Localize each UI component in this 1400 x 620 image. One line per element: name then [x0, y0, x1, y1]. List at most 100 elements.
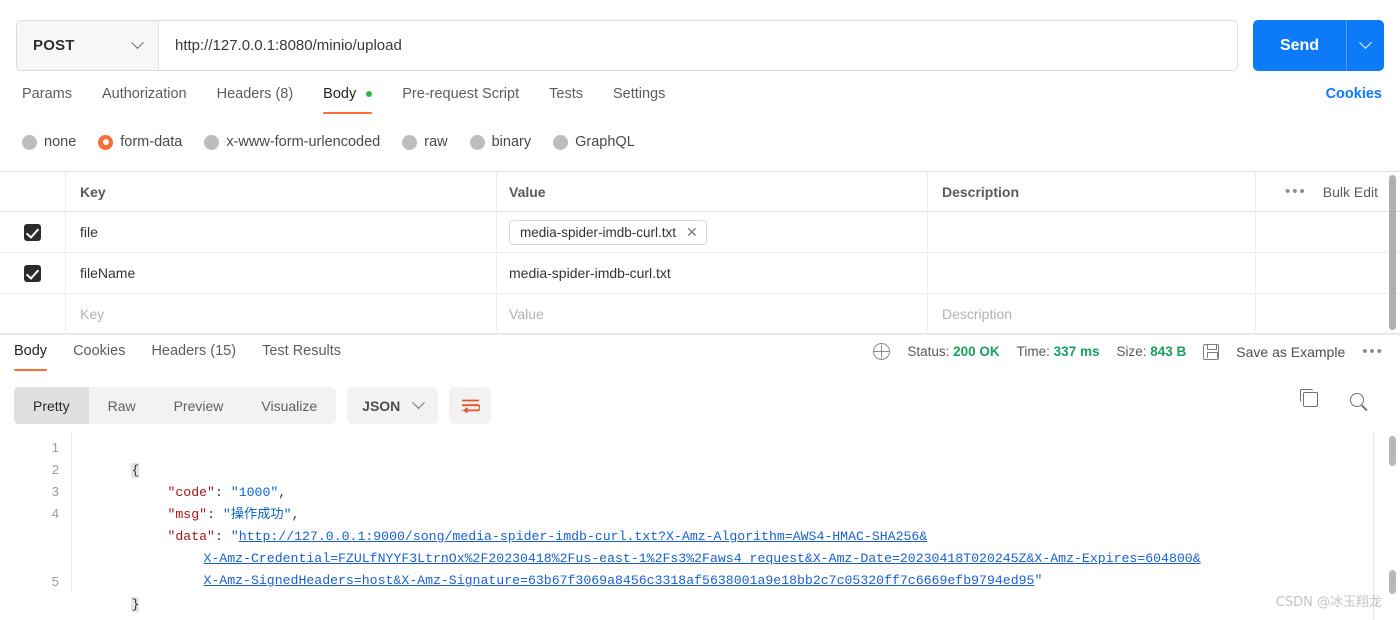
code-scrollbar-secondary[interactable]: [1389, 570, 1396, 594]
row-value-text: media-spider-imdb-curl.txt: [509, 265, 671, 281]
status-value: 200 OK: [953, 344, 1000, 359]
row-key-cell[interactable]: fileName: [66, 253, 497, 293]
code-scrollbar[interactable]: [1389, 436, 1396, 466]
radio-label: form-data: [120, 134, 183, 150]
format-pretty[interactable]: Pretty: [14, 387, 89, 424]
tab-pre-request-script[interactable]: Pre-request Script: [402, 86, 519, 114]
radio-icon: [553, 134, 569, 150]
json-value-data-part3[interactable]: X-Amz-SignedHeaders=host&X-Amz-Signature…: [203, 573, 1034, 588]
row-description-cell[interactable]: [928, 253, 1255, 293]
header-value-label: Value: [509, 183, 546, 200]
row-checkbox[interactable]: [24, 264, 41, 282]
size-block: Size: 843 B: [1116, 344, 1186, 359]
response-tabs: Body Cookies Headers (15) Test Results: [14, 343, 341, 371]
table-scrollbar[interactable]: [1389, 175, 1396, 330]
row-description-cell[interactable]: Description: [928, 294, 1255, 334]
file-name-text: media-spider-imdb-curl.txt: [520, 224, 677, 240]
row-description-cell[interactable]: [928, 212, 1255, 252]
cookies-link[interactable]: Cookies: [1326, 86, 1382, 102]
response-body-code[interactable]: 1 2 3 4 5 { "code": "1000", "msg": "操作成功…: [0, 432, 1400, 612]
radio-none[interactable]: none: [22, 134, 76, 150]
row-key-cell[interactable]: Key: [66, 294, 497, 334]
tab-headers[interactable]: Headers (8): [217, 86, 294, 114]
format-preview[interactable]: Preview: [155, 387, 243, 424]
language-selector[interactable]: JSON: [347, 387, 439, 424]
tab-label: Test Results: [262, 343, 342, 359]
send-options-button[interactable]: [1346, 20, 1384, 71]
code-line-4-wrap2: X-Amz-SignedHeaders=host&X-Amz-Signature…: [156, 548, 1042, 614]
row-key-text: file: [80, 224, 98, 240]
line-number: 4: [51, 506, 59, 521]
code-line-5: }: [84, 572, 140, 620]
line-number: 3: [51, 484, 59, 499]
radio-raw[interactable]: raw: [402, 134, 448, 150]
header-checkbox-cell: [0, 172, 66, 211]
response-tab-test-results[interactable]: Test Results: [262, 343, 341, 371]
tab-tests[interactable]: Tests: [549, 86, 583, 114]
send-button-group: Send: [1253, 20, 1384, 71]
format-label: Preview: [173, 397, 224, 414]
http-method-selector[interactable]: POST: [17, 21, 159, 70]
format-label: Raw: [107, 397, 136, 414]
wrap-lines-icon: [461, 399, 480, 413]
row-value-cell[interactable]: media-spider-imdb-curl.txt: [497, 253, 928, 293]
more-options-icon[interactable]: •••: [1285, 184, 1307, 199]
radio-icon: [469, 134, 485, 150]
tab-params[interactable]: Params: [22, 86, 72, 114]
send-label: Send: [1279, 36, 1320, 54]
format-label: Pretty: [33, 397, 70, 414]
description-placeholder: Description: [942, 306, 1013, 322]
url-input[interactable]: http://127.0.0.1:8080/minio/upload: [159, 21, 1237, 70]
tab-settings[interactable]: Settings: [613, 86, 665, 114]
chevron-down-icon: [131, 36, 144, 50]
table-header-row: Key Value Description ••• Bulk Edit: [0, 171, 1400, 212]
row-value-cell[interactable]: media-spider-imdb-curl.txt ✕: [497, 212, 928, 252]
row-key-cell[interactable]: file: [66, 212, 497, 252]
bulk-edit-button[interactable]: Bulk Edit: [1323, 184, 1378, 200]
line-number: 5: [51, 574, 59, 589]
radio-graphql[interactable]: GraphQL: [553, 134, 635, 150]
response-divider: [0, 333, 1400, 334]
response-more-options-icon[interactable]: •••: [1362, 344, 1384, 359]
http-method-label: POST: [33, 37, 75, 54]
tab-label: Settings: [612, 86, 666, 102]
tab-label: Params: [22, 86, 72, 102]
response-tab-body[interactable]: Body: [14, 343, 48, 371]
format-raw[interactable]: Raw: [89, 387, 155, 424]
send-button[interactable]: Send: [1253, 20, 1346, 71]
form-data-table: Key Value Description ••• Bulk Edit file: [0, 171, 1400, 335]
radio-x-www-form-urlencoded[interactable]: x-www-form-urlencoded: [204, 134, 380, 150]
radio-binary[interactable]: binary: [469, 134, 532, 150]
wrap-lines-button[interactable]: [449, 387, 492, 424]
format-visualize[interactable]: Visualize: [242, 387, 336, 424]
time-label: Time:: [1016, 344, 1050, 359]
copy-icon[interactable]: [1299, 388, 1318, 407]
response-tab-headers[interactable]: Headers (15): [151, 343, 236, 371]
radio-label: binary: [491, 134, 532, 150]
row-actions: [1255, 253, 1400, 293]
response-tab-cookies[interactable]: Cookies: [73, 343, 125, 371]
body-modified-dot-icon: [366, 91, 373, 98]
radio-label: raw: [424, 134, 448, 150]
format-label: Visualize: [261, 397, 318, 414]
search-icon[interactable]: [1350, 392, 1364, 407]
globe-icon: [872, 342, 891, 360]
radio-icon: [204, 134, 220, 150]
status-label: Status:: [907, 344, 950, 359]
body-tools: [1299, 388, 1364, 407]
radio-form-data[interactable]: form-data: [98, 134, 182, 150]
header-key-cell: Key: [66, 172, 497, 211]
radio-label: none: [44, 134, 77, 150]
quote-close: ": [1034, 573, 1043, 588]
radio-icon: [22, 134, 37, 150]
tab-authorization[interactable]: Authorization: [102, 86, 187, 114]
line-number: 1: [51, 440, 59, 455]
radio-label: GraphQL: [575, 134, 635, 150]
row-value-cell[interactable]: Value: [497, 294, 928, 334]
remove-file-icon[interactable]: ✕: [686, 225, 698, 239]
chevron-down-icon: [412, 396, 426, 410]
tab-body[interactable]: Body: [323, 86, 373, 114]
row-checkbox-cell: [0, 212, 66, 252]
save-as-example-button[interactable]: Save as Example: [1236, 344, 1345, 360]
row-checkbox[interactable]: [24, 223, 41, 241]
